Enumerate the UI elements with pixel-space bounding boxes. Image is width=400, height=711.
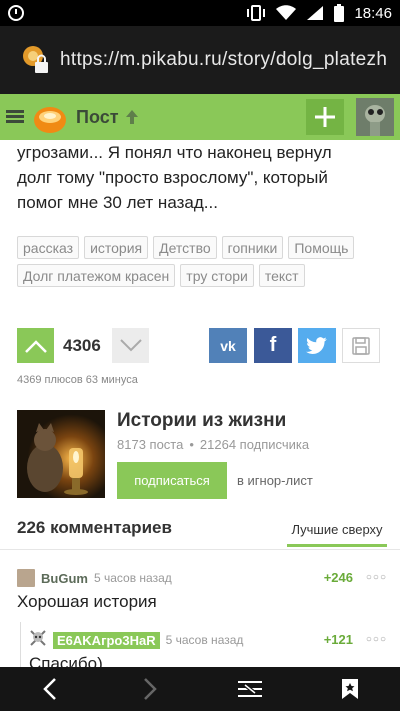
tag[interactable]: тру стори	[180, 264, 254, 287]
add-post-button[interactable]	[306, 99, 344, 135]
tag-list: рассказ история Детство гопники Помощь Д…	[17, 236, 387, 287]
pikabu-logo[interactable]	[32, 100, 68, 134]
menu-icon[interactable]	[6, 110, 24, 124]
thread-line	[20, 622, 21, 667]
status-time: 18:46	[354, 4, 392, 22]
back-button[interactable]	[0, 667, 100, 711]
site-header: Пост	[0, 94, 400, 140]
tag[interactable]: гопники	[221, 236, 284, 259]
post-rating: 4306	[63, 336, 101, 355]
more-options-icon[interactable]: ○○○	[366, 572, 387, 583]
community-image[interactable]	[17, 410, 105, 498]
more-options-icon[interactable]: ○○○	[366, 634, 387, 645]
site-lock-icon[interactable]	[20, 44, 52, 76]
chevron-left-icon	[43, 678, 56, 700]
comment-item: BuGum 5 часов назад +246 ○○○ Хорошая ист…	[17, 568, 387, 612]
chevron-up-icon	[24, 339, 47, 353]
tag[interactable]: рассказ	[17, 236, 80, 259]
comment-avatar[interactable]	[17, 569, 35, 587]
browser-bottom-nav	[0, 667, 400, 711]
post-text: угрозами... Я понял что наконец вернул д…	[17, 143, 332, 212]
skull-icon	[30, 629, 46, 646]
comment-time: 5 часов назад	[165, 633, 244, 647]
page-title: Пост	[76, 106, 119, 127]
downvote-button[interactable]	[112, 328, 149, 363]
forward-button[interactable]	[100, 667, 200, 711]
battery-icon	[334, 4, 345, 22]
tag[interactable]: история	[84, 236, 149, 259]
community-subscribers: 21264 подписчика	[199, 437, 310, 452]
share-facebook-button[interactable]: f	[254, 328, 292, 363]
browser-url-bar[interactable]: https://m.pikabu.ru/story/dolg_platezh	[0, 26, 400, 94]
comment-text: Спасибо)	[29, 654, 103, 667]
floppy-icon	[352, 336, 370, 355]
comments-count: 226 комментариев	[17, 518, 172, 537]
subscribe-button[interactable]: подписаться	[117, 462, 227, 499]
tabs-button[interactable]	[200, 667, 300, 711]
facebook-icon: f	[269, 334, 277, 356]
plus-icon	[315, 107, 335, 127]
comment-rating: +246	[323, 570, 353, 585]
tag[interactable]: Детство	[153, 236, 217, 259]
community-posts: 8173 поста	[117, 437, 184, 452]
upvote-button[interactable]	[17, 328, 54, 363]
share-twitter-button[interactable]	[298, 328, 336, 363]
user-avatar[interactable]	[356, 98, 394, 136]
comments-sort-tab[interactable]: Лучшие сверху	[287, 522, 387, 547]
twitter-icon	[306, 336, 327, 354]
comment-author[interactable]: BuGum	[41, 571, 88, 586]
comment-author[interactable]: E6AKAгpo3HaR	[53, 631, 160, 649]
vote-stats: 4369 плюсов 63 минуса	[17, 374, 138, 386]
vote-panel: 4306 vk f	[17, 328, 383, 364]
vibrate-icon	[247, 5, 266, 21]
divider	[0, 549, 400, 550]
ignore-list-link[interactable]: в игнор-лист	[237, 473, 313, 488]
community-card: Истории из жизни 8173 поста • 21264 подпис…	[17, 410, 387, 500]
share-vk-button[interactable]: vk	[209, 328, 247, 363]
bookmark-icon	[342, 679, 358, 699]
post-content: угрозами... Я понял что наконец вернул д…	[0, 140, 400, 667]
comment-avatar[interactable]	[29, 629, 47, 652]
tag[interactable]: Долг платежом красен	[17, 264, 176, 287]
tag[interactable]: Помощь	[288, 236, 355, 259]
chevron-down-icon	[119, 338, 142, 351]
tab-switcher-icon	[238, 681, 262, 697]
community-name[interactable]: Истории из жизни	[117, 410, 286, 432]
comment-time: 5 часов назад	[93, 571, 172, 585]
tag[interactable]: текст	[258, 264, 305, 287]
chevron-right-icon	[144, 678, 157, 700]
save-post-button[interactable]	[342, 328, 380, 363]
comment-rating: +121	[323, 632, 353, 647]
wifi-icon	[276, 5, 297, 20]
comment-item: E6AKAгpo3HaR 5 часов назад +121 ○○○ Спас…	[29, 629, 387, 667]
bookmark-button[interactable]	[300, 667, 400, 711]
separator-dot: •	[189, 437, 194, 452]
comment-text: Хорошая история	[17, 592, 157, 611]
scroll-up-icon[interactable]	[125, 109, 139, 125]
alarm-icon	[8, 5, 24, 21]
status-bar: 18:46	[0, 0, 400, 26]
community-stats: 8173 поста • 21264 подписчика	[117, 437, 309, 452]
url-text[interactable]: https://m.pikabu.ru/story/dolg_platezh	[60, 49, 387, 71]
vk-icon: vk	[220, 337, 236, 354]
comments-header: 226 комментариев Лучшие сверху	[0, 510, 400, 550]
signal-icon	[307, 6, 324, 20]
